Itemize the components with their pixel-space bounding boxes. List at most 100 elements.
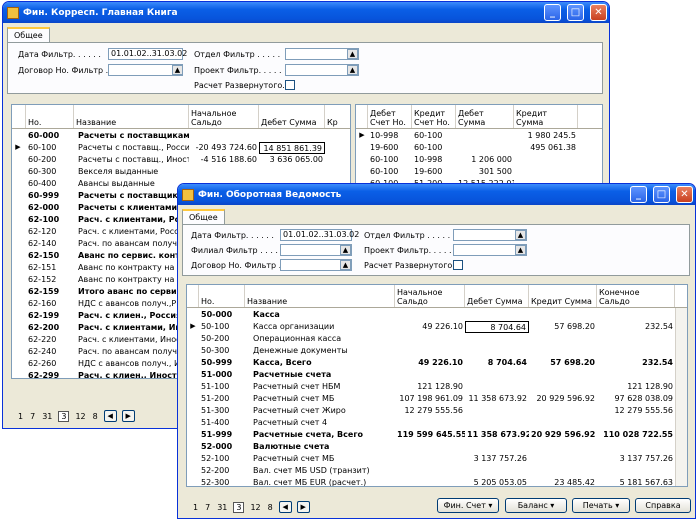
row-selector[interactable] <box>12 238 24 250</box>
table-row[interactable]: 50-300 Денежные документы <box>187 345 687 357</box>
row-selector[interactable] <box>12 370 24 378</box>
table-row[interactable]: 60-100 19-600 301 500 <box>356 166 602 178</box>
page-link[interactable]: 8 <box>267 503 274 512</box>
page-link[interactable]: 12 <box>74 412 86 421</box>
table-row[interactable]: 52-300 Вал. счет МБ EUR (расчет.) 5 205 05… <box>187 477 687 486</box>
col-no[interactable]: Но. <box>26 105 74 128</box>
col-debit-sum[interactable]: Дебет Сумма <box>456 105 514 128</box>
table-row[interactable]: ▶ 50-100 Касса организации 49 226.10 8 704.6… <box>187 321 687 333</box>
row-selector[interactable] <box>187 429 199 441</box>
entries-grid[interactable]: Дебет Счет Но. Кредит Счет Но. Дебет Сум… <box>355 104 603 184</box>
page-current[interactable]: 3 <box>233 501 245 513</box>
row-selector[interactable] <box>12 358 24 370</box>
table-row[interactable]: 52-000 Валютные счета <box>187 441 687 453</box>
expand-calc-checkbox[interactable] <box>285 80 295 90</box>
row-selector[interactable] <box>12 154 24 166</box>
table-row[interactable]: 19-600 60-100 495 061.38 <box>356 142 602 154</box>
table-row[interactable]: 51-999 Расчетные счета, Всего 119 599 645.… <box>187 429 687 441</box>
table-row[interactable]: 60-100 10-998 1 206 000 <box>356 154 602 166</box>
lookup-icon[interactable]: ▲ <box>340 260 351 270</box>
minimize-button[interactable]: _ <box>630 186 647 203</box>
table-row[interactable]: 51-200 Расчетный счет МБ 107 198 961.09 11 … <box>187 393 687 405</box>
table-row[interactable]: 50-200 Операционная касса <box>187 333 687 345</box>
table-row[interactable]: 50-000 Касса <box>187 309 687 321</box>
row-selector[interactable] <box>187 453 199 465</box>
row-selector[interactable] <box>12 274 24 286</box>
row-selector[interactable] <box>187 369 199 381</box>
page-link[interactable]: 1 <box>17 412 24 421</box>
lookup-icon[interactable]: ▲ <box>347 49 358 59</box>
next-icon[interactable]: ▶ <box>121 410 135 422</box>
lookup-icon[interactable]: ▲ <box>515 230 526 240</box>
row-selector[interactable] <box>12 166 24 178</box>
row-selector[interactable]: ▶ <box>12 142 24 154</box>
help-button[interactable]: Справка <box>635 498 691 513</box>
col-opening-balance[interactable]: Начальное Сальдо <box>395 285 465 307</box>
table-row[interactable]: 50-999 Касса, Всего 49 226.10 8 704.64 57 69… <box>187 357 687 369</box>
col-debit[interactable]: Дебет Сумма <box>259 105 325 128</box>
prev-icon[interactable]: ◀ <box>278 501 292 513</box>
tab-general[interactable]: Общее <box>182 209 225 225</box>
date-filter-input[interactable]: 01.01.02..31.03.02 <box>280 229 359 241</box>
lookup-icon[interactable]: ▲ <box>347 65 358 75</box>
vertical-scrollbar[interactable] <box>675 308 687 486</box>
row-selector[interactable] <box>12 214 24 226</box>
table-row[interactable]: 51-000 Расчетные счета <box>187 369 687 381</box>
turnover-grid[interactable]: Но. Название Начальное Сальдо Дебет Сумм… <box>186 284 688 487</box>
balance-button[interactable]: Баланс ▾ <box>505 498 567 513</box>
row-selector[interactable] <box>12 226 24 238</box>
row-selector[interactable] <box>12 334 24 346</box>
row-selector[interactable] <box>187 393 199 405</box>
row-selector[interactable] <box>187 465 199 477</box>
tab-general[interactable]: Общее <box>7 27 50 43</box>
row-selector[interactable] <box>187 357 199 369</box>
row-selector[interactable] <box>12 178 24 190</box>
row-selector[interactable] <box>356 142 368 154</box>
expand-calc-checkbox[interactable] <box>453 260 463 270</box>
table-row[interactable]: 60-200 Расчеты с поставщ., Иностр. -4 516 … <box>12 154 350 166</box>
minimize-button[interactable]: _ <box>544 4 561 21</box>
col-debit-acc[interactable]: Дебет Счет Но. <box>368 105 412 128</box>
row-selector[interactable]: ▶ <box>187 321 199 333</box>
row-selector[interactable] <box>356 154 368 166</box>
row-selector[interactable] <box>187 417 199 429</box>
date-filter-input[interactable]: 01.01.02..31.03.02 <box>108 48 187 60</box>
row-selector[interactable] <box>356 166 368 178</box>
page-link[interactable]: 31 <box>41 412 53 421</box>
col-credit[interactable]: Кредит Сумма <box>529 285 597 307</box>
next-icon[interactable]: ▶ <box>296 501 310 513</box>
row-selector[interactable] <box>187 381 199 393</box>
page-link[interactable]: 7 <box>204 503 211 512</box>
ledger-title-bar[interactable]: Фин. Корресп. Главная Книга _ □ ✕ <box>3 2 609 23</box>
row-selector[interactable] <box>12 298 24 310</box>
row-selector[interactable] <box>12 262 24 274</box>
lookup-icon[interactable]: ▲ <box>340 245 351 255</box>
page-link[interactable]: 7 <box>29 412 36 421</box>
maximize-button[interactable]: □ <box>567 4 584 21</box>
page-link[interactable]: 1 <box>192 503 199 512</box>
table-row[interactable]: 51-100 Расчетный счет НБМ 121 128.90 121 12… <box>187 381 687 393</box>
page-link[interactable]: 12 <box>249 503 261 512</box>
table-row[interactable]: ▶ 10-998 60-100 1 980 245.5 <box>356 130 602 142</box>
row-selector[interactable] <box>12 310 24 322</box>
lookup-icon[interactable]: ▲ <box>172 65 183 75</box>
maximize-button[interactable]: □ <box>653 186 670 203</box>
row-selector[interactable] <box>12 190 24 202</box>
fin-account-button[interactable]: Фин. Счет ▾ <box>437 498 499 513</box>
col-name[interactable]: Название <box>74 105 189 128</box>
col-credit[interactable]: Кр <box>325 105 350 128</box>
table-row[interactable]: 51-400 Расчетный счет 4 <box>187 417 687 429</box>
col-debit[interactable]: Дебет Сумма <box>465 285 529 307</box>
row-selector[interactable] <box>187 477 199 486</box>
table-row[interactable]: 51-300 Расчетный счет Жиро 12 279 555.56 12… <box>187 405 687 417</box>
row-selector[interactable] <box>12 346 24 358</box>
lookup-icon[interactable]: ▲ <box>515 245 526 255</box>
close-button[interactable]: ✕ <box>590 4 607 21</box>
row-selector[interactable] <box>12 130 24 142</box>
row-selector[interactable] <box>12 202 24 214</box>
row-selector[interactable] <box>12 322 24 334</box>
page-link[interactable]: 31 <box>216 503 228 512</box>
table-row[interactable]: 60-300 Векселя выданные <box>12 166 350 178</box>
row-selector[interactable] <box>187 345 199 357</box>
col-opening-balance[interactable]: Начальное Сальдо <box>189 105 259 128</box>
